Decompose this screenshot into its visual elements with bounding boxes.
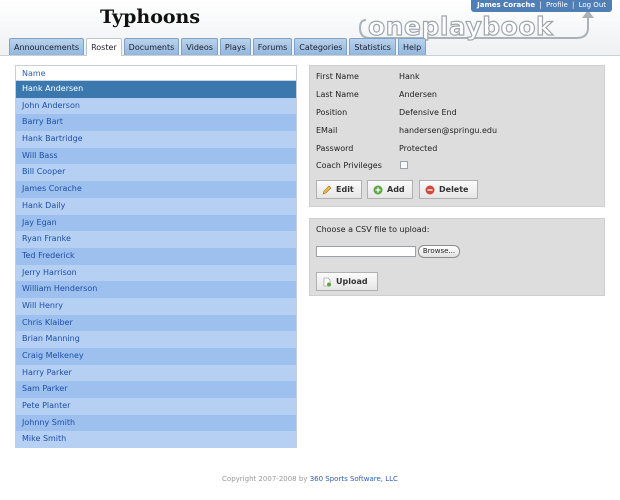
position-label: Position (316, 108, 348, 117)
roster-column-header[interactable]: Name (16, 66, 296, 81)
profile-link[interactable]: Profile (546, 1, 568, 9)
upload-prompt: Choose a CSV file to upload: (316, 225, 430, 234)
roster-row[interactable]: Sam Parker (16, 381, 296, 399)
tab-categories[interactable]: Categories (294, 38, 348, 55)
coach-privileges-checkbox[interactable] (400, 161, 408, 169)
coach-privileges-label: Coach Privileges (316, 161, 382, 170)
roster-row[interactable]: Hank Daily (16, 197, 296, 215)
last-name-value: Andersen (399, 90, 437, 99)
roster-row[interactable]: Craig Melkeney (16, 348, 296, 365)
roster-row[interactable]: John Anderson (16, 97, 296, 115)
footer: Copyright 2007-2008 by 360 Sports Softwa… (0, 475, 620, 483)
browse-button[interactable]: Browse... (418, 245, 460, 258)
password-value: Protected (399, 144, 438, 153)
roster-list: Name Hank Andersen John Anderson Barry Bar… (15, 65, 297, 449)
roster-row[interactable]: Will Henry (16, 297, 296, 315)
tab-announcements[interactable]: Announcements (9, 38, 85, 55)
add-button-label: Add (387, 185, 405, 194)
roster-row[interactable]: Barry Bart (16, 114, 296, 132)
first-name-value: Hank (399, 72, 420, 81)
tab-videos[interactable]: Videos (181, 38, 218, 55)
position-value: Defensive End (399, 108, 457, 117)
add-button[interactable]: Add (367, 180, 413, 199)
roster-row[interactable]: Harry Parker (16, 364, 296, 382)
copyright-text: Copyright 2007-2008 by (222, 475, 308, 483)
edit-button-label: Edit (336, 185, 354, 194)
company-link[interactable]: 360 Sports Software, LLC (310, 475, 398, 483)
file-path-input[interactable] (316, 246, 416, 257)
roster-row[interactable]: Jerry Harrison (16, 264, 296, 282)
roster-row[interactable]: Brian Manning (16, 331, 296, 348)
roster-row[interactable]: Chris Klaiber (16, 314, 296, 332)
logout-link[interactable]: Log Out (579, 1, 606, 9)
add-icon (373, 185, 383, 195)
tab-forums[interactable]: Forums (252, 38, 293, 55)
app-header: Typhoons oneplaybook James Corache | Pro… (0, 0, 620, 56)
edit-button[interactable]: Edit (316, 180, 362, 199)
roster-row[interactable]: Bill Cooper (16, 164, 296, 182)
last-name-label: Last Name (316, 90, 359, 99)
tab-help[interactable]: Help (397, 38, 427, 55)
roster-row[interactable]: Will Bass (16, 147, 296, 165)
roster-row[interactable]: Jay Egan (16, 214, 296, 232)
roster-row[interactable]: Hank Andersen (16, 81, 296, 98)
roster-row[interactable]: Pete Planter (16, 398, 296, 415)
roster-row[interactable]: Ted Frederick (16, 247, 296, 265)
tab-roster[interactable]: Roster (86, 38, 122, 56)
roster-row[interactable]: Mike Smith (16, 431, 296, 449)
delete-button[interactable]: Delete (419, 180, 478, 199)
delete-icon (425, 185, 435, 195)
roster-row[interactable]: James Corache (16, 181, 296, 198)
tab-plays[interactable]: Plays (219, 38, 251, 55)
user-name: James Corache (477, 1, 536, 9)
pencil-icon (322, 185, 332, 195)
tab-documents[interactable]: Documents (123, 38, 180, 55)
delete-button-label: Delete (439, 185, 469, 194)
csv-upload-panel: Choose a CSV file to upload: Browse... U… (309, 218, 605, 296)
upload-button[interactable]: Upload (316, 272, 378, 291)
main-tabs: Announcements Roster Documents Videos Plays F… (9, 38, 427, 56)
team-title: Typhoons (100, 6, 201, 28)
roster-row[interactable]: William Henderson (16, 281, 296, 298)
roster-row[interactable]: Hank Bartridge (16, 131, 296, 148)
email-label: EMail (316, 126, 338, 135)
file-upload-icon (323, 277, 331, 287)
tab-statistics[interactable]: Statistics (349, 38, 396, 55)
brand-name: oneplaybook (367, 11, 554, 41)
first-name-label: First Name (316, 72, 359, 81)
password-label: Password (316, 144, 354, 153)
upload-button-label: Upload (336, 277, 368, 286)
email-value: handersen@springu.edu (399, 126, 498, 135)
user-bar: James Corache | Profile | Log Out (471, 0, 612, 12)
roster-row[interactable]: Johnny Smith (16, 414, 296, 432)
player-detail-panel: First Name Hank Last Name Andersen Posit… (309, 65, 605, 207)
roster-row[interactable]: Ryan Franke (16, 231, 296, 248)
